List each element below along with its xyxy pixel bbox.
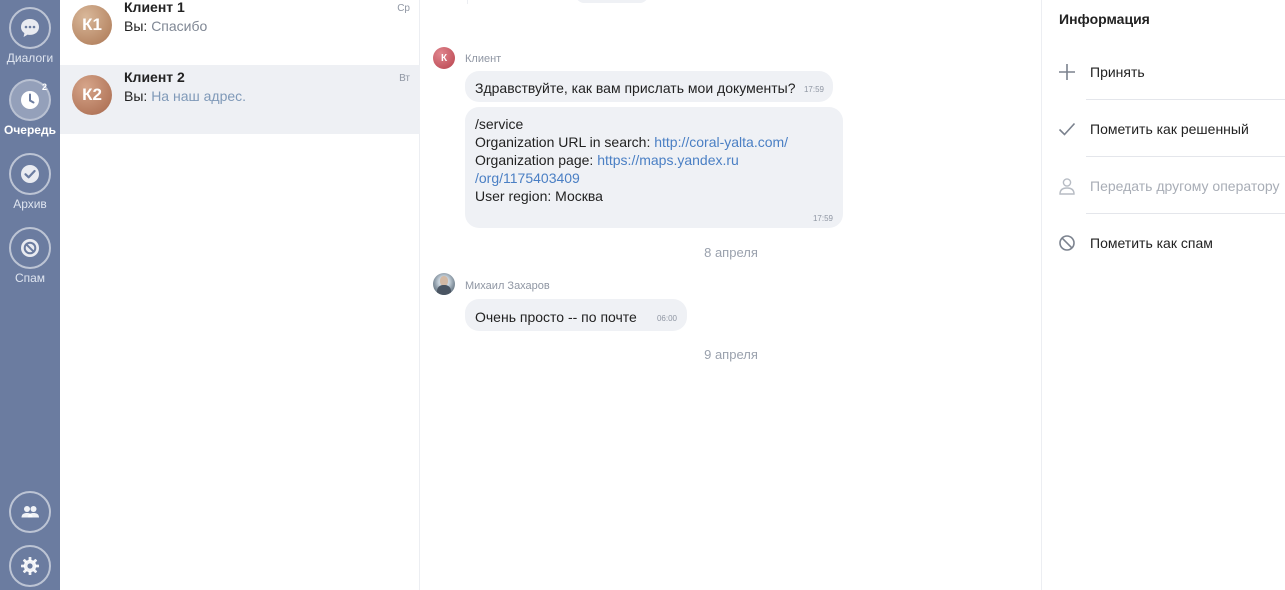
- operators-button[interactable]: [9, 491, 51, 533]
- organization-url-link[interactable]: http://coral-yalta.com/: [654, 134, 788, 150]
- clock-icon: [21, 91, 39, 109]
- message-line: /org/1175403409: [475, 169, 833, 187]
- chat-bubble-icon: [21, 19, 39, 37]
- client-avatar: К: [433, 47, 455, 69]
- date-separator: 9 апреля: [704, 347, 758, 362]
- nav-item-dialogs[interactable]: Диалоги: [0, 7, 60, 65]
- message-line: Organization page: https://maps.yandex.r…: [475, 151, 833, 169]
- ban-icon: [21, 239, 39, 257]
- queue-count-badge: 2: [41, 82, 47, 92]
- accept-button[interactable]: Принять: [1042, 43, 1285, 100]
- organization-page-link[interactable]: https://maps.yandex.ru: [597, 152, 739, 168]
- conversation-name: Клиент 2: [124, 69, 185, 85]
- previous-message-stub: [467, 0, 648, 4]
- nav-spam-button[interactable]: [9, 227, 51, 269]
- conversation-name: Клиент 1: [124, 0, 185, 15]
- operator-sender-name: Михаил Захаров: [465, 280, 550, 292]
- gear-icon: [21, 557, 39, 575]
- mark-spam-label: Пометить как спам: [1090, 234, 1213, 251]
- conversation-preview: Вы: На наш адрес.: [124, 88, 246, 104]
- nav-item-archive[interactable]: Архив: [0, 153, 60, 211]
- check-icon: [1058, 122, 1076, 136]
- nav-queue-button[interactable]: 2: [9, 79, 51, 121]
- preview-prefix: Вы:: [124, 18, 148, 34]
- message-text: Очень просто -- по почте: [475, 309, 637, 325]
- check-circle-icon: [21, 165, 39, 183]
- plus-icon: [1059, 63, 1075, 80]
- message-time: 17:59: [803, 85, 824, 94]
- nav-item-spam[interactable]: Спам: [0, 227, 60, 285]
- preview-prefix: Вы:: [124, 88, 148, 104]
- nav-dialogs-button[interactable]: [9, 7, 51, 49]
- message-line: User region: Москва: [475, 188, 603, 204]
- ban-icon: [1059, 234, 1075, 251]
- chat-view: К Клиент Здравствуйте, как вам прислать …: [421, 0, 1041, 590]
- info-panel-title: Информация: [1059, 11, 1150, 27]
- nav-item-queue[interactable]: 2 Очередь: [0, 79, 60, 137]
- nav-spam-label: Спам: [14, 271, 46, 285]
- previous-bubble-stub: [576, 0, 648, 3]
- operator-avatar: [433, 273, 455, 295]
- conversation-item-client-1[interactable]: К1 Клиент 1 Вы: Спасибо Ср: [60, 0, 420, 64]
- preview-text: На наш адрес.: [151, 88, 247, 104]
- avatar: К1: [72, 5, 112, 45]
- mark-spam-button[interactable]: Пометить как спам: [1042, 214, 1285, 271]
- date-separator: 8 апреля: [704, 245, 758, 260]
- nav-archive-label: Архив: [13, 197, 47, 211]
- message-label: Organization URL in search:: [475, 134, 655, 150]
- message-bubble: Очень просто -- по почте 06:00: [465, 299, 687, 331]
- nav-item-settings[interactable]: [0, 545, 60, 587]
- organization-page-link-continued[interactable]: /org/1175403409: [475, 170, 580, 186]
- message-label: Organization page:: [475, 152, 598, 168]
- person-icon: [1059, 177, 1075, 195]
- nav-archive-button[interactable]: [9, 153, 51, 195]
- nav-item-operators[interactable]: [0, 491, 60, 533]
- message-text: Здравствуйте, как вам прислать мои докум…: [475, 80, 796, 96]
- avatar-body-shape: [437, 285, 451, 295]
- mark-resolved-button[interactable]: Пометить как решенный: [1042, 100, 1285, 157]
- client-sender-name: Клиент: [465, 53, 502, 65]
- conversation-preview: Вы: Спасибо: [124, 18, 207, 34]
- conversation-day: Вт: [399, 73, 410, 84]
- mark-resolved-label: Пометить как решенный: [1090, 120, 1249, 137]
- info-panel: Информация Принять Пометить как решенный…: [1041, 0, 1285, 590]
- message-line: /service: [475, 116, 524, 132]
- transfer-operator-label: Передать другому оператору: [1090, 177, 1280, 194]
- settings-button[interactable]: [9, 545, 51, 587]
- message-time: 06:00: [656, 314, 677, 323]
- conversation-day: Ср: [397, 3, 410, 14]
- conversation-list: К1 Клиент 1 Вы: Спасибо Ср К2 Клиент 2 В…: [60, 0, 420, 590]
- transfer-operator-button[interactable]: Передать другому оператору: [1042, 157, 1285, 214]
- message-bubble: Здравствуйте, как вам прислать мои докум…: [465, 71, 833, 102]
- message-time: 17:59: [812, 214, 833, 223]
- avatar: К2: [72, 75, 112, 115]
- conversation-item-client-2[interactable]: К2 Клиент 2 Вы: На наш адрес. Вт: [60, 65, 420, 134]
- preview-text: Спасибо: [151, 18, 208, 34]
- message-bubble: /service Organization URL in search: htt…: [465, 107, 843, 228]
- nav-queue-label: Очередь: [4, 123, 56, 137]
- message-line: Organization URL in search: http://coral…: [475, 133, 833, 151]
- users-icon: [21, 506, 39, 518]
- navigation-rail: Диалоги 2 Очередь Архив Спам: [0, 0, 60, 590]
- accept-label: Принять: [1090, 63, 1145, 80]
- nav-dialogs-label: Диалоги: [6, 51, 54, 65]
